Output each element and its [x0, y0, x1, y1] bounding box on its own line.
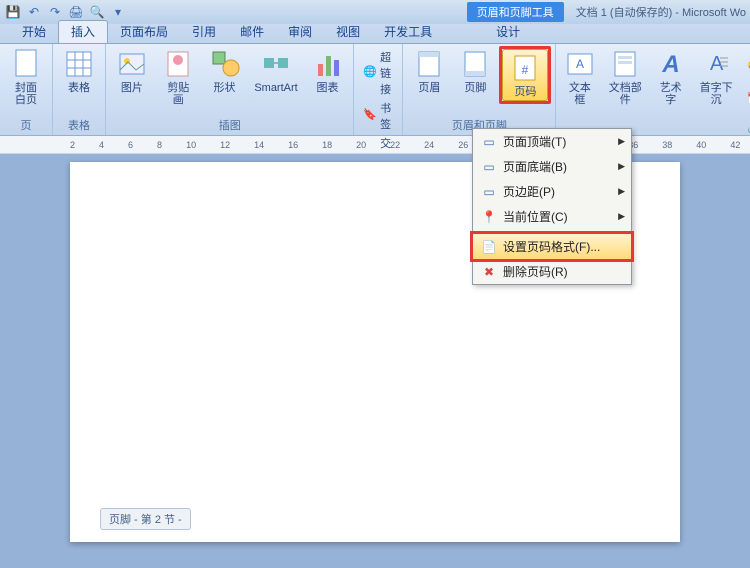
- hyperlink-button[interactable]: 🌐超链接: [360, 48, 396, 98]
- quickparts-icon: [609, 48, 641, 80]
- qat-more-icon[interactable]: ▾: [109, 3, 127, 21]
- menu-current-position[interactable]: 📍当前位置(C)▶: [473, 204, 631, 229]
- menu-format-page-numbers[interactable]: 📄设置页码格式(F)...: [472, 233, 632, 260]
- page-top-icon: ▭: [479, 134, 499, 150]
- object-button[interactable]: 📎对象: [744, 118, 750, 152]
- svg-text:A: A: [710, 53, 724, 75]
- page-icon: [10, 48, 42, 80]
- clipart-icon: [162, 48, 194, 80]
- document-area: 页脚 - 第 2 节 -: [0, 154, 750, 568]
- smartart-button[interactable]: SmartArt: [248, 46, 303, 96]
- menu-page-margins[interactable]: ▭页边距(P)▶: [473, 179, 631, 204]
- page-number-dropdown: ▭页面顶端(T)▶ ▭页面底端(B)▶ ▭页边距(P)▶ 📍当前位置(C)▶ 📄…: [472, 128, 632, 285]
- tab-view[interactable]: 视图: [324, 21, 372, 43]
- footer-section-tab[interactable]: 页脚 - 第 2 节 -: [100, 508, 191, 530]
- quickparts-button[interactable]: 文档部件: [601, 46, 649, 108]
- group-tables: 表格 表格: [53, 44, 106, 135]
- undo-icon[interactable]: ↶: [25, 3, 43, 21]
- group-links: 🌐超链接 🔖书签 🔃交叉引用 链接: [354, 44, 403, 135]
- smartart-icon: [260, 48, 292, 80]
- chevron-right-icon: ▶: [618, 136, 625, 147]
- remove-icon: ✖: [479, 264, 499, 280]
- globe-icon: 🌐: [363, 65, 377, 81]
- cursor-icon: 📍: [479, 209, 499, 225]
- chevron-right-icon: ▶: [618, 186, 625, 197]
- tab-review[interactable]: 审阅: [276, 21, 324, 43]
- chart-icon: [312, 48, 344, 80]
- tab-developer[interactable]: 开发工具: [372, 21, 444, 43]
- save-icon[interactable]: 💾: [4, 3, 22, 21]
- picture-button[interactable]: 图片: [110, 46, 154, 96]
- header-icon: [413, 48, 445, 80]
- menu-separator: [499, 231, 629, 232]
- tab-insert[interactable]: 插入: [58, 20, 108, 43]
- format-icon: 📄: [479, 239, 499, 255]
- date-button[interactable]: 📅日期: [744, 83, 750, 117]
- redo-icon[interactable]: ↷: [46, 3, 64, 21]
- chevron-right-icon: ▶: [618, 161, 625, 172]
- svg-text:A: A: [576, 57, 584, 71]
- chart-button[interactable]: 图表: [306, 46, 350, 96]
- ribbon: 封面 白页 页 表格 表格 图片 剪贴画 形状 SmartArt 图表 插图 🌐…: [0, 44, 750, 136]
- shapes-button[interactable]: 形状: [203, 46, 247, 96]
- menu-top-of-page[interactable]: ▭页面顶端(T)▶: [473, 129, 631, 154]
- dropcap-button[interactable]: A首字下沉: [692, 46, 740, 108]
- tab-design[interactable]: 设计: [484, 21, 532, 43]
- group-header-footer: 页眉 页脚 #页码 页眉和页脚: [403, 44, 556, 135]
- page-number-highlight: #页码: [499, 46, 551, 104]
- page-number-button[interactable]: #页码: [502, 49, 548, 101]
- menu-remove-page-numbers[interactable]: ✖删除页码(R): [473, 259, 631, 284]
- header-button[interactable]: 页眉: [407, 46, 451, 96]
- bookmark-button[interactable]: 🔖书签: [360, 99, 396, 133]
- tab-home[interactable]: 开始: [10, 21, 58, 43]
- svg-text:#: #: [522, 63, 529, 77]
- tab-page-layout[interactable]: 页面布局: [108, 21, 180, 43]
- document-title: 文档 1 (自动保存的) - Microsoft Wo: [576, 4, 746, 20]
- preview-icon[interactable]: 🔍: [88, 3, 106, 21]
- picture-icon: [116, 48, 148, 80]
- table-button[interactable]: 表格: [57, 46, 101, 96]
- group-illustrations: 图片 剪贴画 形状 SmartArt 图表 插图: [106, 44, 354, 135]
- cover-page-button[interactable]: 封面 白页: [4, 46, 48, 108]
- group-pages: 封面 白页 页: [0, 44, 53, 135]
- ribbon-tabs: 开始 插入 页面布局 引用 邮件 审阅 视图 开发工具 设计: [0, 24, 750, 44]
- group-text: A文本框 文档部件 A艺术字 A首字下沉 ✍签名 📅日期 📎对象 文本: [556, 44, 750, 135]
- page-bottom-icon: ▭: [479, 159, 499, 175]
- contextual-tab-label: 页眉和页脚工具: [467, 2, 564, 22]
- page-number-icon: #: [509, 52, 541, 84]
- dropcap-icon: A: [700, 48, 732, 80]
- footer-icon: [459, 48, 491, 80]
- tab-references[interactable]: 引用: [180, 21, 228, 43]
- table-icon: [63, 48, 95, 80]
- tab-mailings[interactable]: 邮件: [228, 21, 276, 43]
- menu-bottom-of-page[interactable]: ▭页面底端(B)▶: [473, 154, 631, 179]
- textbox-button[interactable]: A文本框: [560, 46, 599, 108]
- print-icon[interactable]: 🖨: [67, 3, 85, 21]
- textbox-icon: A: [564, 48, 596, 80]
- footer-button[interactable]: 页脚: [453, 46, 497, 96]
- shapes-icon: [209, 48, 241, 80]
- chevron-right-icon: ▶: [618, 211, 625, 222]
- bookmark-icon: 🔖: [363, 108, 377, 124]
- quick-access-toolbar: 💾 ↶ ↷ 🖨 🔍 ▾: [4, 3, 127, 21]
- svg-text:A: A: [661, 51, 679, 78]
- signature-button[interactable]: ✍签名: [744, 48, 750, 82]
- wordart-icon: A: [655, 48, 687, 80]
- page-margin-icon: ▭: [479, 184, 499, 200]
- wordart-button[interactable]: A艺术字: [651, 46, 690, 108]
- clipart-button[interactable]: 剪贴画: [156, 46, 201, 108]
